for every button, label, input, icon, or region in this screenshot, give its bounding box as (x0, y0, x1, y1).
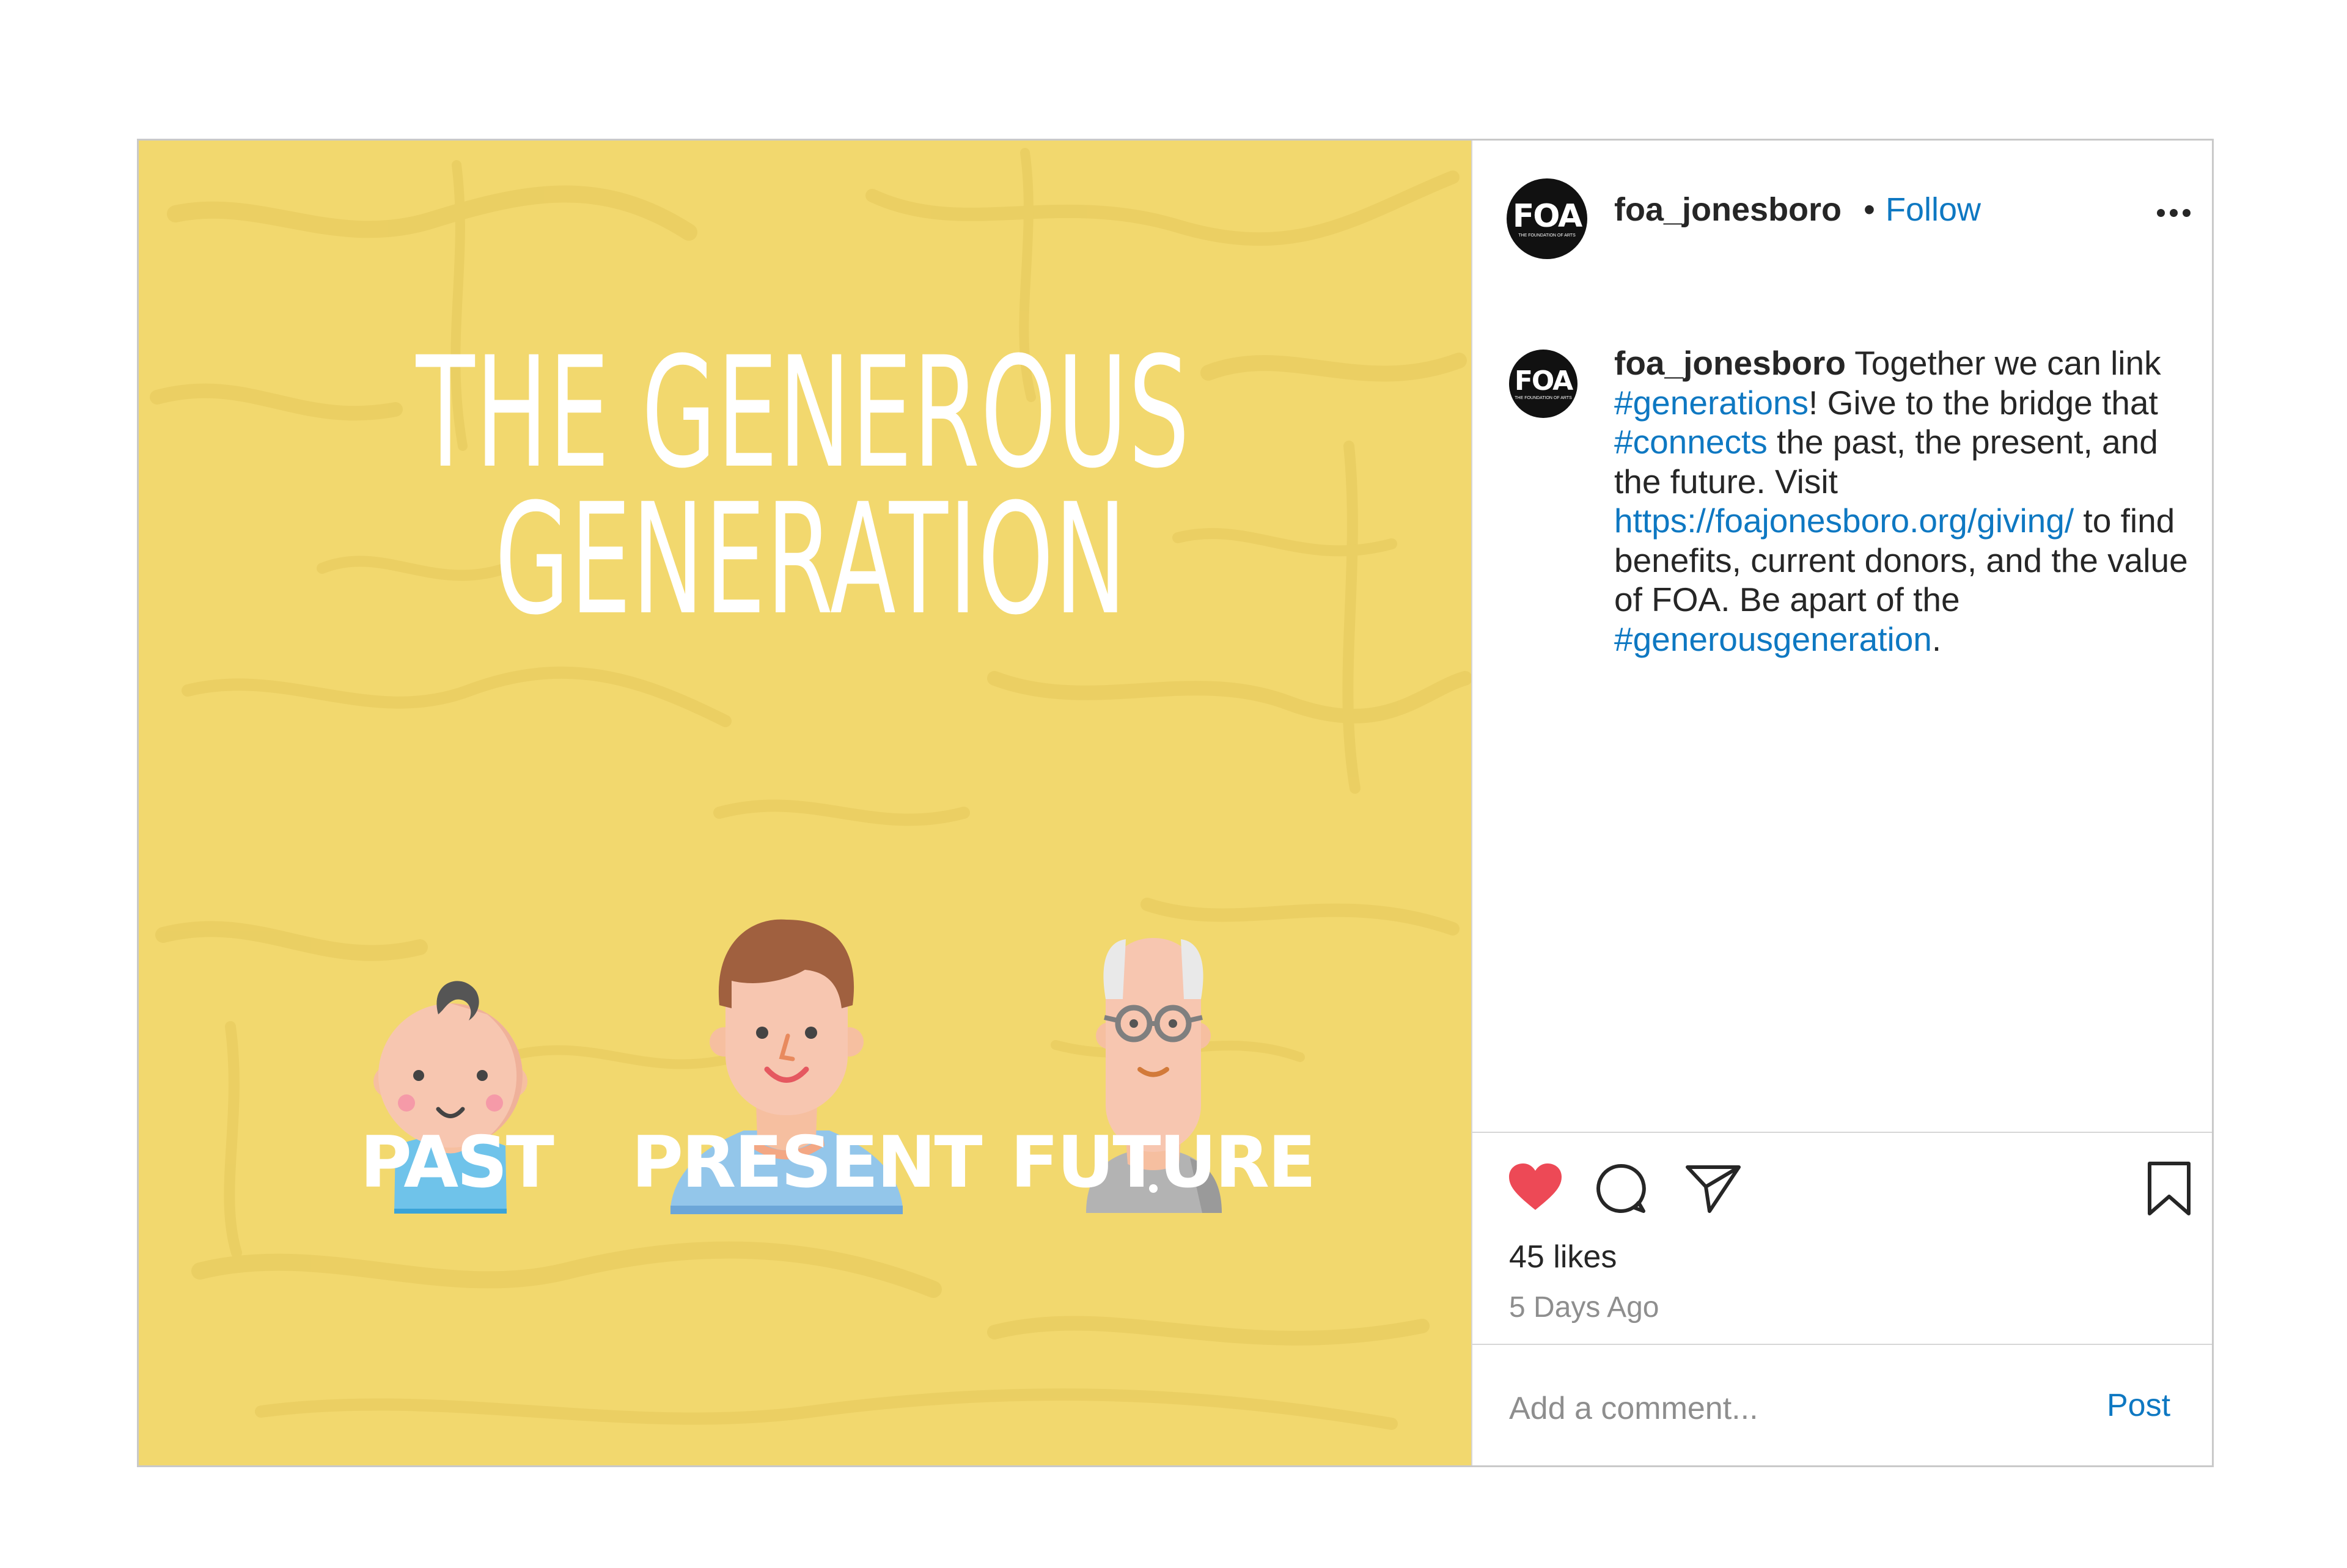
post-image[interactable]: THE GENEROUS GENERATION PAST PRESENT FUT… (139, 141, 1471, 1465)
post-comment-button[interactable]: Post (2107, 1387, 2170, 1424)
hashtag-connects[interactable]: #connects (1614, 423, 1768, 461)
label-present: PRESENT (631, 1121, 983, 1204)
likes-count[interactable]: 45 likes (1509, 1239, 1617, 1275)
ellipsis-icon[interactable] (2157, 209, 2191, 217)
bookmark-icon[interactable] (2145, 1160, 2194, 1217)
avatar[interactable]: FOA THE FOUNDATION OF ARTS (1507, 178, 1587, 259)
heart-icon[interactable] (1507, 1161, 1564, 1212)
logo-subtext: THE FOUNDATION OF ARTS (1518, 233, 1576, 238)
header-username[interactable]: foa_jonesboro (1614, 191, 1842, 229)
instagram-post: THE GENEROUS GENERATION PAST PRESENT FUT… (137, 139, 2214, 1467)
divider (1472, 1344, 2212, 1345)
caption-text: . (1931, 620, 1942, 658)
caption-username[interactable]: foa_jonesboro (1614, 344, 1846, 382)
comment-input[interactable] (1509, 1387, 2059, 1430)
post-timestamp: 5 Days Ago (1509, 1291, 1659, 1324)
comment-icon[interactable] (1595, 1162, 1647, 1215)
image-title-line-2: GENERATION (494, 471, 1128, 648)
logo-text: FOA (1514, 365, 1573, 397)
logo-subtext: THE FOUNDATION OF ARTS (1515, 395, 1572, 400)
label-future: FUTURE (1010, 1121, 1316, 1204)
hashtag-generations[interactable]: #generations (1614, 384, 1809, 422)
label-past: PAST (360, 1121, 554, 1204)
share-icon[interactable] (1684, 1162, 1743, 1215)
caption-text: ! Give to the bridge that (1809, 383, 2158, 422)
follow-button[interactable]: Follow (1886, 191, 1981, 229)
hashtag-generousgeneration[interactable]: #generousgeneration (1614, 620, 1932, 658)
caption-text: Together we can link (1845, 344, 2161, 382)
divider (1472, 1132, 2212, 1133)
caption-avatar[interactable]: FOA THE FOUNDATION OF ARTS (1509, 350, 1578, 418)
giving-link[interactable]: https://foajonesboro.org/giving/ (1614, 502, 2074, 540)
post-sidebar: FOA THE FOUNDATION OF ARTS foa_jonesboro… (1471, 141, 2212, 1465)
logo-text: FOA (1512, 197, 1583, 235)
post-caption: foa_jonesboro Together we can link #gene… (1614, 343, 2201, 659)
header-separator: • (1864, 191, 1875, 228)
